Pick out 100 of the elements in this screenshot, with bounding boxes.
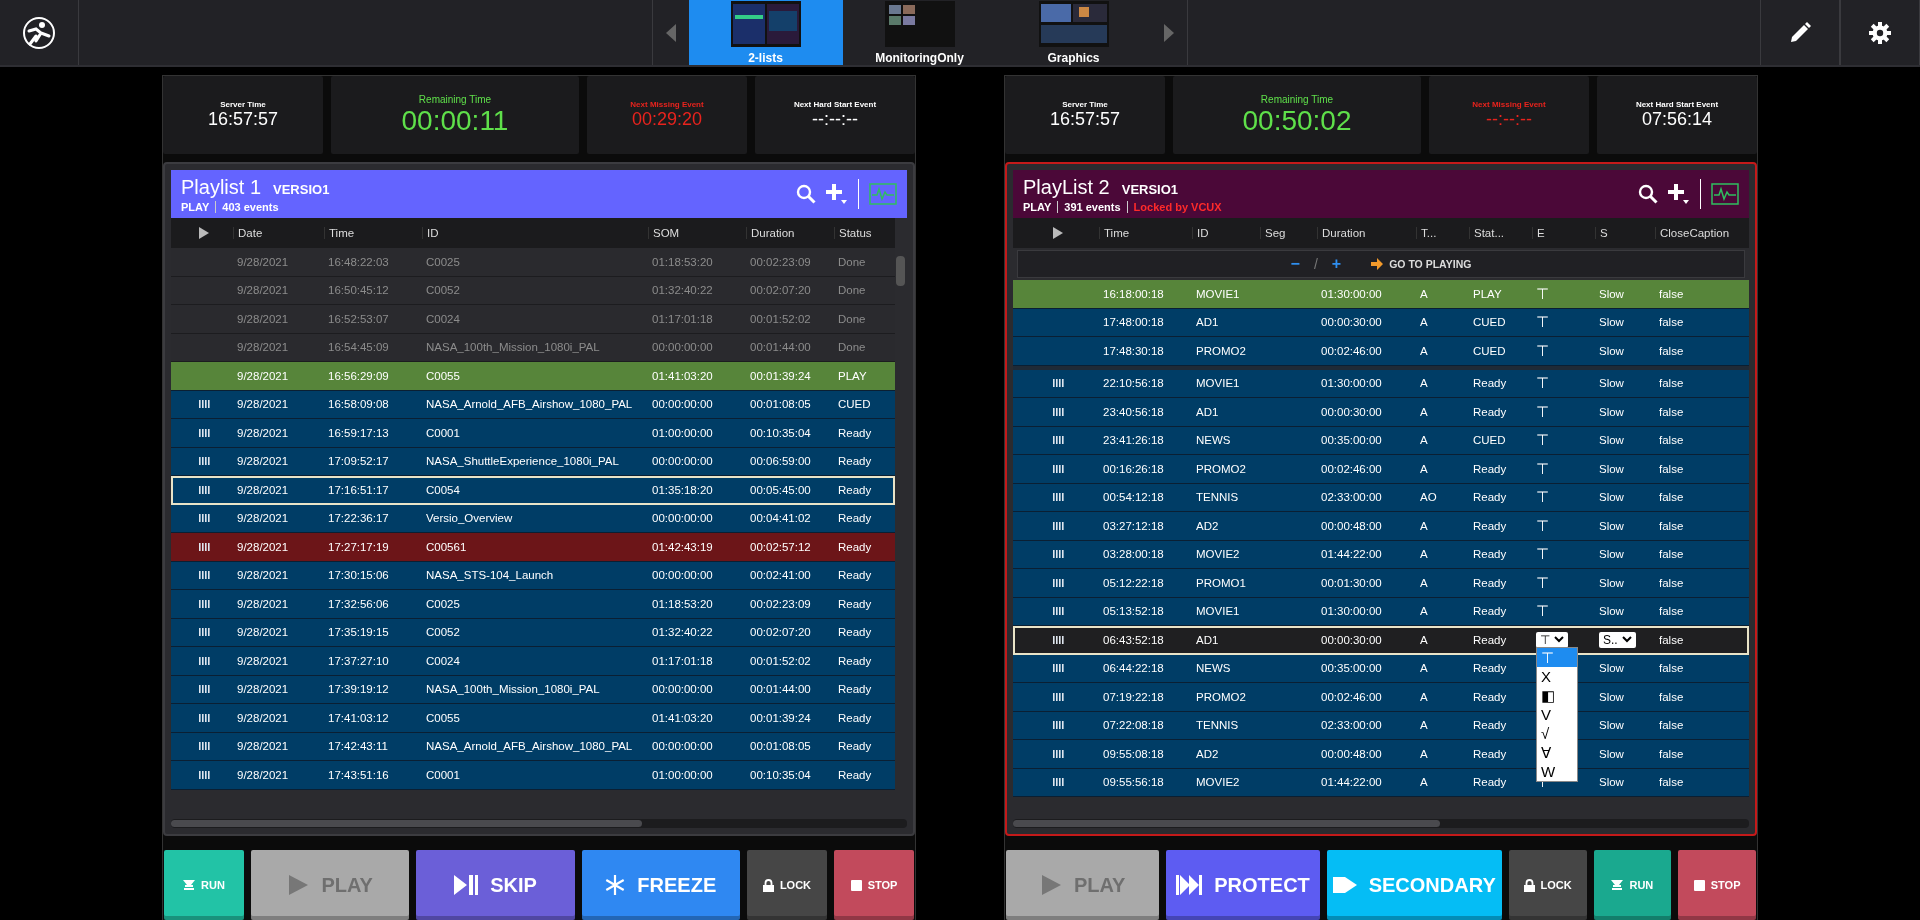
column-header[interactable]: Time: [1099, 227, 1192, 239]
drag-handle-icon[interactable]: [198, 742, 210, 751]
playlist-row[interactable]: 9/28/2021 16:58:09:08 NASA_Arnold_AFB_Airshow_1080_PAL 00:00:00:00 00:01:08:05 CUED: [171, 390, 895, 419]
drag-handle-icon[interactable]: [198, 485, 210, 494]
drag-handle-icon[interactable]: [198, 770, 210, 779]
drag-handle-icon[interactable]: [198, 656, 210, 665]
pencil-icon[interactable]: [1788, 20, 1812, 45]
playlist-row[interactable]: 9/28/2021 16:56:29:09 C0055 01:41:03:20 00:01:39:24 PLAY: [171, 362, 895, 391]
playlist-row[interactable]: 9/28/2021 17:22:36:17 Versio_Overview 00:00:00:00 00:04:41:02 Ready: [171, 504, 895, 533]
drag-handle-icon[interactable]: [1052, 664, 1064, 673]
action-button[interactable]: SKIP: [416, 850, 575, 920]
drag-handle-icon[interactable]: [1052, 521, 1064, 530]
drag-handle-icon[interactable]: [198, 599, 210, 608]
dropdown-option[interactable]: ∀: [1537, 742, 1577, 762]
playlist-row[interactable]: 9/28/2021 17:09:52:17 NASA_ShuttleExperience_1080i_PAL 00:00:00:00 00:06:59:00 Ready: [171, 447, 895, 476]
playlist-row[interactable]: 9/28/2021 17:30:15:06 NASA_STS-104_Launch 00:00:00:00 00:02:41:00 Ready: [171, 561, 895, 590]
drag-handle-icon[interactable]: [198, 400, 210, 409]
drag-handle-icon[interactable]: [1052, 578, 1064, 587]
drag-handle-icon[interactable]: [198, 542, 210, 551]
drag-handle-icon[interactable]: [1052, 550, 1064, 559]
playlist-row[interactable]: 23:40:56:18 AD1 00:00:30:00 A Ready ⊤ Slow false: [1013, 398, 1749, 427]
column-header[interactable]: Stat...: [1469, 227, 1532, 239]
playlist-row[interactable]: 9/28/2021 17:43:51:16 C0001 01:00:00:00 00:10:35:04 Ready: [171, 761, 895, 790]
play-icon[interactable]: [1053, 227, 1063, 239]
drag-handle-icon[interactable]: [1052, 778, 1064, 787]
dropdown-option[interactable]: √: [1537, 723, 1577, 743]
dropdown-select[interactable]: S..: [1599, 631, 1636, 648]
playlist-row[interactable]: 9/28/2021 17:27:17:19 C00561 01:42:43:19 00:02:57:12 Ready: [171, 533, 895, 562]
drag-handle-icon[interactable]: [198, 628, 210, 637]
action-button[interactable]: PROTECT: [1166, 850, 1320, 920]
drag-handle-icon[interactable]: [1052, 607, 1064, 616]
action-button[interactable]: STOP: [1678, 850, 1756, 920]
playlist-row[interactable]: 9/28/2021 17:16:51:17 C0054 01:35:18:20 00:05:45:00 Ready: [171, 476, 895, 505]
drag-handle-icon[interactable]: [1052, 635, 1064, 644]
column-header[interactable]: ID: [1192, 227, 1260, 239]
action-button[interactable]: LOCK: [746, 850, 827, 920]
zoom-in-button[interactable]: +: [1331, 255, 1342, 273]
playlist-row[interactable]: 9/28/2021 17:35:19:15 C0052 01:32:40:22 00:02:07:20 Ready: [171, 618, 895, 647]
action-button[interactable]: STOP: [834, 850, 915, 920]
dropdown-option[interactable]: X: [1537, 666, 1577, 686]
playlist-row[interactable]: 23:41:26:18 NEWS 00:35:00:00 A CUED ⊤ Slow false: [1013, 426, 1749, 455]
search-icon[interactable]: [1638, 184, 1658, 204]
layout-tab[interactable]: MonitoringOnly: [842, 0, 997, 65]
vertical-scrollbar[interactable]: [896, 256, 905, 286]
add-icon[interactable]: [1668, 183, 1690, 205]
drag-handle-icon[interactable]: [1052, 379, 1064, 388]
drag-handle-icon[interactable]: [198, 428, 210, 437]
column-header[interactable]: CloseCaption: [1655, 227, 1749, 239]
horizontal-scrollbar[interactable]: [1013, 819, 1749, 828]
playlist-row[interactable]: 05:12:22:18 PROMO1 00:01:30:00 A Ready ⊤ Slow false: [1013, 569, 1749, 598]
playlist-row[interactable]: 22:10:56:18 MOVIE1 01:30:00:00 A Ready ⊤ Slow false: [1013, 369, 1749, 398]
go-to-playing-button[interactable]: GO TO PLAYING: [1371, 258, 1472, 270]
column-header[interactable]: Seg: [1260, 227, 1317, 239]
waveform-monitor-icon[interactable]: [1711, 183, 1739, 205]
drag-handle-icon[interactable]: [1052, 692, 1064, 701]
runner-logo-icon[interactable]: [22, 15, 56, 50]
horizontal-scrollbar[interactable]: [171, 819, 907, 828]
playlist-row[interactable]: 9/28/2021 17:32:56:06 C0025 01:18:53:20 00:02:23:09 Ready: [171, 590, 895, 619]
column-header[interactable]: Date: [233, 227, 324, 239]
action-button[interactable]: LOCK: [1508, 850, 1587, 920]
playlist-row[interactable]: 03:27:12:18 AD2 00:00:48:00 A Ready ⊤ Slow false: [1013, 512, 1749, 541]
column-header[interactable]: SOM: [648, 227, 746, 239]
drag-handle-icon[interactable]: [1052, 464, 1064, 473]
drag-handle-icon[interactable]: [1052, 407, 1064, 416]
drag-handle-icon[interactable]: [198, 514, 210, 523]
drag-handle-icon[interactable]: [1052, 493, 1064, 502]
column-header[interactable]: Duration: [1317, 227, 1416, 239]
drag-handle-icon[interactable]: [198, 457, 210, 466]
settings-icon[interactable]: [1868, 20, 1892, 45]
column-header[interactable]: Status: [834, 227, 895, 239]
column-header[interactable]: ID: [422, 227, 648, 239]
column-header[interactable]: E: [1532, 227, 1595, 239]
action-button[interactable]: FREEZE: [581, 850, 740, 920]
column-header[interactable]: Time: [324, 227, 422, 239]
dropdown-select[interactable]: ⊤: [1536, 631, 1568, 648]
drag-handle-icon[interactable]: [1052, 436, 1064, 445]
column-header[interactable]: Duration: [746, 227, 834, 239]
previous-arrow-icon[interactable]: [664, 22, 677, 43]
drag-handle-icon[interactable]: [1052, 749, 1064, 758]
playlist-row[interactable]: 16:18:00:18 MOVIE1 01:30:00:00 A PLAY ⊤ Slow false: [1013, 280, 1749, 309]
column-header[interactable]: S: [1595, 227, 1655, 239]
drag-handle-icon[interactable]: [198, 685, 210, 694]
playlist-row[interactable]: 9/28/2021 17:41:03:12 C0055 01:41:03:20 00:01:39:24 Ready: [171, 704, 895, 733]
playlist-row[interactable]: 9/28/2021 16:59:17:13 C0001 01:00:00:00 00:10:35:04 Ready: [171, 419, 895, 448]
playlist-row[interactable]: 03:28:00:18 MOVIE2 01:44:22:00 A Ready ⊤ Slow false: [1013, 540, 1749, 569]
playlist-row[interactable]: 00:54:12:18 TENNIS 02:33:00:00 AO Ready ⊤ Slow false: [1013, 483, 1749, 512]
playlist-row[interactable]: 9/28/2021 17:39:19:12 NASA_100th_Mission_1080i_PAL 00:00:00:00 00:01:44:00 Ready: [171, 675, 895, 704]
playlist-row[interactable]: 17:48:30:18 PROMO2 00:02:46:00 A CUED ⊤ Slow false: [1013, 337, 1749, 366]
play-icon[interactable]: [199, 227, 209, 239]
drag-handle-icon[interactable]: [1052, 721, 1064, 730]
column-header[interactable]: T...: [1416, 227, 1469, 239]
playlist-row[interactable]: 05:13:52:18 MOVIE1 01:30:00:00 A Ready ⊤ Slow false: [1013, 597, 1749, 626]
playlist-row[interactable]: 17:48:00:18 AD1 00:00:30:00 A CUED ⊤ Slow false: [1013, 308, 1749, 337]
drag-handle-icon[interactable]: [198, 713, 210, 722]
playlist-row[interactable]: 9/28/2021 17:37:27:10 C0024 01:17:01:18 00:01:52:02 Ready: [171, 647, 895, 676]
playlist-row[interactable]: 9/28/2021 17:42:43:11 NASA_Arnold_AFB_Airshow_1080_PAL 00:00:00:00 00:01:08:05 Ready: [171, 732, 895, 761]
zoom-out-button[interactable]: −: [1290, 255, 1300, 273]
dropdown-option[interactable]: ◧: [1537, 685, 1577, 705]
next-arrow-icon[interactable]: [1162, 22, 1175, 43]
drag-handle-icon[interactable]: [198, 571, 210, 580]
